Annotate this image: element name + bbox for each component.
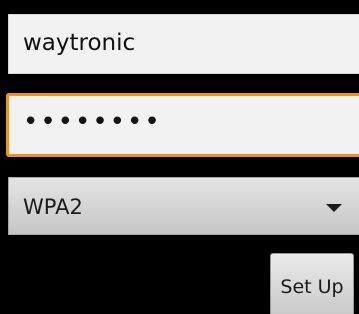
security-type-value: WPA2 <box>23 195 83 219</box>
wifi-setup-screen: waytronic •••••••• WPA2 Set Up <box>0 0 359 314</box>
ssid-input-value: waytronic <box>23 30 136 56</box>
setup-button[interactable]: Set Up <box>270 253 354 314</box>
ssid-input[interactable]: waytronic <box>8 14 359 74</box>
password-input-value: •••••••• <box>23 107 162 137</box>
password-input[interactable]: •••••••• <box>6 93 359 157</box>
setup-button-label: Set Up <box>280 276 344 298</box>
security-type-select[interactable]: WPA2 <box>8 177 359 235</box>
chevron-down-icon <box>326 204 342 212</box>
